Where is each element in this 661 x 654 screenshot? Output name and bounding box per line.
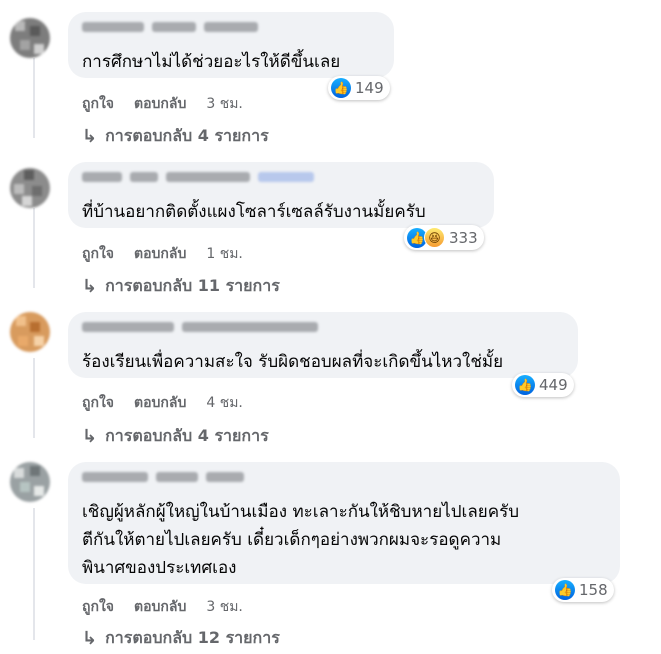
reply-button[interactable]: ตอบกลับ: [134, 392, 186, 414]
comment: การศึกษาไม่ได้ช่วยอะไรให้ดีขึ้นเลย 👍 149…: [0, 0, 661, 150]
timestamp[interactable]: 3 ชม.: [206, 596, 243, 618]
thumbs-up-icon: 👍: [555, 580, 575, 600]
timestamp[interactable]: 4 ชม.: [206, 392, 243, 414]
avatar[interactable]: [10, 462, 50, 502]
reply-button[interactable]: ตอบกลับ: [134, 243, 186, 265]
view-replies-link[interactable]: ↳ การตอบกลับ 11 รายการ: [82, 274, 280, 299]
avatar[interactable]: [10, 312, 50, 352]
like-button[interactable]: ถูกใจ: [82, 596, 114, 618]
reply-arrow-icon: ↳: [82, 628, 98, 649]
avatar[interactable]: [10, 168, 50, 208]
reaction-count: 449: [539, 376, 568, 394]
reaction-count: 333: [449, 228, 478, 247]
thumbs-up-icon: 👍: [515, 375, 535, 395]
reaction-summary[interactable]: 👍 😆 333: [404, 225, 484, 250]
comment-bubble: การศึกษาไม่ได้ช่วยอะไรให้ดีขึ้นเลย: [68, 12, 394, 78]
avatar[interactable]: [10, 18, 50, 58]
laughing-face-icon: 😆: [424, 227, 445, 248]
author-name[interactable]: [82, 322, 318, 336]
reply-arrow-icon: ↳: [82, 276, 98, 297]
like-button[interactable]: ถูกใจ: [82, 392, 114, 414]
reaction-summary[interactable]: 👍 158: [552, 578, 614, 602]
comment: เชิญผู้หลักผู้ใหญ่ในบ้านเมือง ทะเลาะกันใ…: [0, 450, 661, 654]
timestamp[interactable]: 1 ชม.: [206, 243, 243, 265]
reaction-summary[interactable]: 👍 149: [328, 76, 390, 100]
like-button[interactable]: ถูกใจ: [82, 243, 114, 265]
reply-button[interactable]: ตอบกลับ: [134, 93, 186, 115]
comment-text: เชิญผู้หลักผู้ใหญ่ในบ้านเมือง ทะเลาะกันใ…: [82, 502, 520, 578]
reaction-count: 149: [355, 79, 384, 97]
view-replies-label: การตอบกลับ 11 รายการ: [105, 276, 280, 295]
author-name[interactable]: [82, 172, 314, 186]
like-button[interactable]: ถูกใจ: [82, 93, 114, 115]
comment: ที่บ้านอยากติดตั้งแผงโซลาร์เซลล์รับงานมั…: [0, 150, 661, 300]
reply-button[interactable]: ตอบกลับ: [134, 596, 186, 618]
author-name[interactable]: [82, 472, 244, 486]
comment-bubble: เชิญผู้หลักผู้ใหญ่ในบ้านเมือง ทะเลาะกันใ…: [68, 462, 620, 584]
view-replies-link[interactable]: ↳ การตอบกลับ 4 รายการ: [82, 124, 269, 149]
reply-arrow-icon: ↳: [82, 126, 98, 147]
comment-text: ที่บ้านอยากติดตั้งแผงโซลาร์เซลล์รับงานมั…: [82, 202, 426, 222]
view-replies-link[interactable]: ↳ การตอบกลับ 12 รายการ: [82, 626, 280, 651]
reaction-summary[interactable]: 👍 449: [512, 373, 574, 397]
view-replies-label: การตอบกลับ 4 รายการ: [105, 126, 269, 145]
comment-bubble: ที่บ้านอยากติดตั้งแผงโซลาร์เซลล์รับงานมั…: [68, 162, 494, 228]
comment-text: ร้องเรียนเพื่อความสะใจ รับผิดชอบผลที่จะเ…: [82, 352, 504, 372]
view-replies-label: การตอบกลับ 4 รายการ: [105, 426, 269, 445]
reply-arrow-icon: ↳: [82, 426, 98, 447]
view-replies-label: การตอบกลับ 12 รายการ: [105, 628, 280, 647]
comment-text: การศึกษาไม่ได้ช่วยอะไรให้ดีขึ้นเลย: [82, 52, 341, 72]
view-replies-link[interactable]: ↳ การตอบกลับ 4 รายการ: [82, 424, 269, 449]
timestamp[interactable]: 3 ชม.: [206, 93, 243, 115]
thumbs-up-icon: 👍: [331, 78, 351, 98]
author-name[interactable]: [82, 22, 258, 36]
reaction-count: 158: [579, 581, 608, 599]
comment: ร้องเรียนเพื่อความสะใจ รับผิดชอบผลที่จะเ…: [0, 300, 661, 450]
comment-bubble: ร้องเรียนเพื่อความสะใจ รับผิดชอบผลที่จะเ…: [68, 312, 578, 378]
